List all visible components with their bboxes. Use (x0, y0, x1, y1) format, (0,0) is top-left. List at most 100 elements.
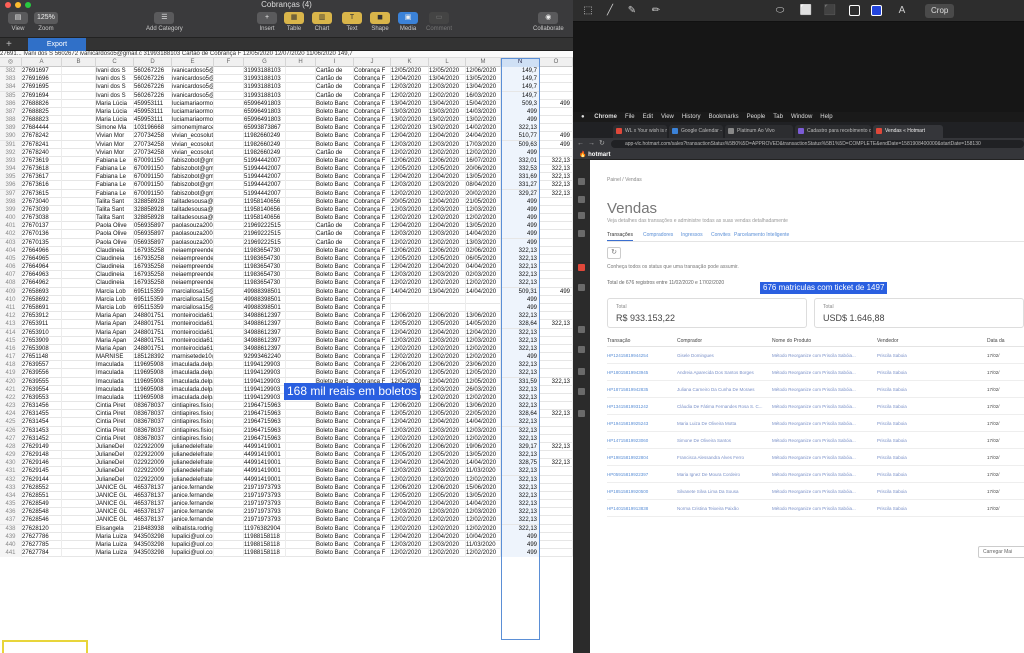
cell-d[interactable]: 943503298 (134, 549, 172, 558)
cell-empty[interactable] (286, 197, 316, 206)
table-row[interactable]: 395 27673617 Fabiana Le 670091150 fabiszobot… (0, 173, 573, 182)
cell-v[interactable]: 332,01 (501, 156, 540, 165)
cell-c[interactable]: Fabiana Le (96, 181, 134, 190)
cell-c[interactable]: Fabiana Le (96, 173, 134, 182)
cell-v[interactable]: 322,13 (501, 336, 540, 345)
cell-j[interactable]: Cobrança F (354, 230, 391, 239)
cell-v[interactable]: 322,13 (501, 361, 540, 370)
cell-m[interactable]: 13/05/2020 (466, 75, 501, 84)
cell-o[interactable]: 499 (540, 99, 573, 108)
cell-d[interactable]: 119695908 (134, 369, 172, 378)
cell-a[interactable]: 27684444 (22, 124, 62, 133)
cell-l[interactable]: 13/04/2020 (429, 287, 466, 296)
cell-o[interactable]: 322,13 (540, 189, 573, 198)
cell-empty[interactable] (214, 500, 244, 509)
cell-e[interactable]: imaculada.delpadre@h (172, 385, 214, 394)
cell-d[interactable]: 560267226 (134, 67, 172, 75)
cell-a[interactable]: 27691697 (22, 67, 62, 75)
cell-k[interactable]: 12/03/2020 (391, 336, 429, 345)
cell-c[interactable]: Elisangela (96, 524, 134, 533)
table-row[interactable]: 384 27691695 Ivani dos S 560267226 ivanicard… (0, 83, 573, 92)
seller-link[interactable]: Priscila Saboia (877, 398, 985, 415)
cell-v[interactable]: 499 (501, 116, 540, 125)
cell-k[interactable]: 12/04/2020 (391, 222, 429, 231)
cell-c[interactable]: Talita Sant (96, 197, 134, 206)
cell-d[interactable]: 459953111 (134, 116, 172, 125)
cell-a[interactable]: 27628548 (22, 508, 62, 517)
cell-o[interactable] (540, 214, 573, 223)
menu-people[interactable]: People (747, 114, 766, 120)
cell-v[interactable]: 499 (501, 540, 540, 549)
cell-e[interactable]: imaculada.delpadre@h (172, 393, 214, 402)
table-row[interactable]: 409 27658693 Marcia Lob 695115359 marciallos… (0, 287, 573, 296)
cell-c[interactable]: Talita Sant (96, 214, 134, 223)
cell-l[interactable]: 12/02/2020 (429, 344, 466, 353)
cell-a[interactable]: 27629144 (22, 475, 62, 484)
markup-tool-4-icon[interactable]: ⬭ (773, 4, 787, 18)
cell-empty[interactable] (62, 99, 96, 108)
cell-j[interactable]: Cobrança F (354, 524, 391, 533)
crop-button[interactable]: Crop (925, 4, 955, 18)
cell-empty[interactable] (62, 532, 96, 541)
cell-g[interactable]: 65993873867 (244, 124, 286, 133)
cell-empty[interactable] (286, 491, 316, 500)
cell-l[interactable]: 12/02/2020 (429, 434, 466, 443)
cell-g[interactable]: 51994442007 (244, 156, 286, 165)
cell-empty[interactable] (286, 165, 316, 174)
cell-j[interactable]: Cobrança F (354, 500, 391, 509)
cell-c[interactable]: Cintia Piret (96, 418, 134, 427)
cell-empty[interactable] (62, 524, 96, 533)
cell-i[interactable]: Boleto Banc (316, 140, 354, 149)
buyer-link[interactable]: Norma Cristina Teixeira Paixão (677, 500, 770, 517)
cell-o[interactable] (540, 500, 573, 509)
cell-m[interactable]: 04/04/2020 (466, 263, 501, 272)
cell-e[interactable]: lupalici@uol.com.br (172, 549, 214, 558)
cell-d[interactable]: 943503298 (134, 540, 172, 549)
cell-o[interactable]: 322,13 (540, 459, 573, 468)
cell-d[interactable]: 119695908 (134, 385, 172, 394)
cell-empty[interactable] (214, 402, 244, 411)
cell-empty[interactable] (62, 287, 96, 296)
seller-link[interactable]: Priscila Saboia (877, 483, 985, 500)
cell-i[interactable]: Boleto Banc (316, 205, 354, 214)
cell-o[interactable]: 499 (540, 140, 573, 149)
cell-l[interactable]: 12/03/2020 (429, 271, 466, 280)
cell-a[interactable]: 27664962 (22, 279, 62, 288)
cell-g[interactable]: 11988158118 (244, 532, 286, 541)
cell-k[interactable]: 12/05/2020 (391, 451, 429, 460)
cell-v[interactable]: 322,13 (501, 246, 540, 255)
cell-a[interactable]: 27653909 (22, 336, 62, 345)
cell-o[interactable]: 322,13 (540, 320, 573, 329)
cell-empty[interactable] (286, 75, 316, 84)
cell-d[interactable]: 270734258 (134, 132, 172, 141)
cell-c[interactable]: Ivani dos S (96, 67, 134, 75)
cell-m[interactable]: 12/02/2020 (466, 148, 501, 157)
cell-v[interactable]: 322,13 (501, 524, 540, 533)
cell-d[interactable]: 167935258 (134, 271, 172, 280)
table-row[interactable]: 400 27673038 Talita Sant 328858928 talitades… (0, 214, 573, 223)
cell-d[interactable]: 560267226 (134, 91, 172, 100)
cell-empty[interactable] (62, 83, 96, 92)
product-link[interactable]: Método Reorganize com Priscila Sabóia... (772, 398, 875, 415)
cell-v[interactable]: 328,64 (501, 410, 540, 419)
cell-empty[interactable] (62, 353, 96, 362)
cell-a[interactable]: 27631452 (22, 434, 62, 443)
cell-g[interactable]: 44991419001 (244, 451, 286, 460)
cell-m[interactable]: 12/02/2020 (466, 353, 501, 362)
cell-l[interactable]: 12/02/2020 (429, 91, 466, 100)
cell-o[interactable] (540, 75, 573, 84)
cell-o[interactable] (540, 197, 573, 206)
cell-k[interactable]: 12/03/2020 (391, 140, 429, 149)
cell-a[interactable]: 27628546 (22, 516, 62, 525)
cell-o[interactable]: 322,13 (540, 173, 573, 182)
cell-g[interactable]: 44991419001 (244, 459, 286, 468)
cell-d[interactable]: 248801751 (134, 312, 172, 321)
cell-l[interactable]: 12/03/2020 (429, 205, 466, 214)
cell-e[interactable]: marnisetede10@gmail. (172, 353, 214, 362)
product-link[interactable]: Método Reorganize com Priscila Sabóia... (772, 449, 875, 466)
cell-i[interactable]: Boleto Banc (316, 254, 354, 263)
cell-g[interactable]: 65996491803 (244, 107, 286, 116)
cell-empty[interactable] (214, 303, 244, 312)
sidebar-icon-sales[interactable] (578, 264, 585, 271)
cell-m[interactable]: 12/02/2020 (466, 524, 501, 533)
